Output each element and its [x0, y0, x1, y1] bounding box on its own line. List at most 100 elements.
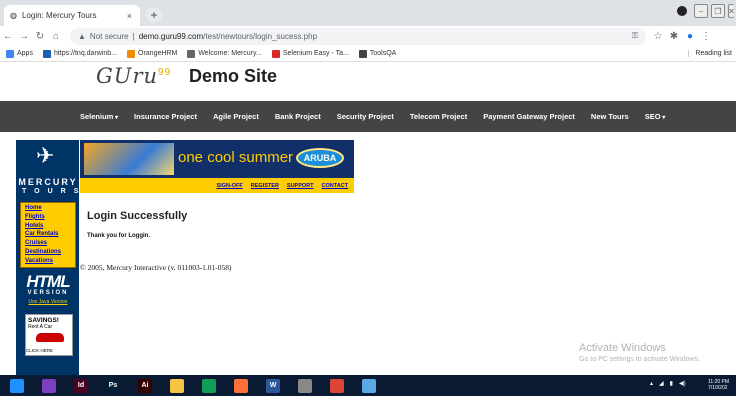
word-icon[interactable]: W — [266, 378, 280, 393]
activate-windows-subtitle: Go to PC settings to activate Windows. — [579, 356, 700, 363]
html-version-logo: HTML — [26, 272, 70, 291]
battery-icon[interactable]: ▮ — [670, 380, 673, 387]
java-version-link[interactable]: Use Java Version — [20, 299, 76, 305]
firefox-icon[interactable] — [234, 378, 248, 393]
top-link[interactable]: SIGN-OFF — [217, 183, 243, 189]
minimize-icon[interactable]: – — [694, 4, 708, 18]
bookmark-item[interactable]: Welcome: Mercury... — [187, 49, 262, 58]
apps-grid-icon — [6, 49, 14, 58]
bookmark-item[interactable]: https://tnq.darwinb... — [42, 49, 117, 58]
edge-icon[interactable] — [202, 378, 216, 393]
tray-arrow-icon[interactable]: ▴ — [650, 380, 653, 387]
side-menu-link[interactable]: Cruises — [25, 240, 71, 247]
chevron-down-icon: ▾ — [113, 115, 119, 121]
taskbar-clock[interactable]: 11:20 PM 7/10/202 — [708, 379, 729, 391]
side-menu-link[interactable]: Destinations — [25, 249, 71, 256]
settings-icon[interactable] — [298, 378, 312, 393]
windows-start-icon[interactable] — [10, 378, 24, 393]
bookmarks-bar: Apps https://tnq.darwinb... OrangeHRM Welco… — [0, 46, 736, 62]
paint-icon[interactable] — [362, 378, 376, 393]
photoshop-icon[interactable]: Ps — [106, 378, 120, 393]
bookmark-item[interactable]: Selenium Easy - Ta... — [271, 49, 349, 58]
indesign-icon[interactable]: Id — [74, 378, 88, 393]
network-icon[interactable]: ◢ — [659, 380, 664, 387]
profile-icon[interactable]: ● — [682, 31, 698, 42]
nav-item[interactable]: Agile Project — [205, 112, 267, 121]
browser-tab[interactable]: ◍ Login: Mercury Tours × — [4, 5, 140, 26]
nav-item[interactable]: New Tours — [583, 112, 637, 121]
banner-text: one cool summer — [178, 149, 294, 166]
top-link[interactable]: REGISTER — [251, 183, 279, 189]
new-tab-button[interactable]: + — [146, 7, 162, 23]
click-here-link[interactable]: CLICK HERE — [26, 348, 53, 353]
tab-title: Login: Mercury Tours — [21, 11, 97, 20]
star-icon[interactable]: ☆ — [650, 31, 666, 42]
nav-item[interactable]: Payment Gateway Project — [475, 112, 583, 121]
login-heading: Login Successfully — [87, 210, 188, 222]
version-label: VERSION — [27, 290, 69, 296]
bookmark-item[interactable]: Apps — [6, 49, 33, 58]
nav-item[interactable]: Telecom Project — [402, 112, 475, 121]
savings-subtitle: Rent A Car — [28, 324, 53, 330]
thanks-text: Thank you for Loggin. — [87, 233, 150, 239]
close-tab-icon[interactable]: × — [127, 11, 132, 21]
key-icon[interactable]: ⚿ — [632, 31, 638, 41]
nav-item[interactable]: Selenium ▾ — [72, 112, 126, 121]
volume-icon[interactable]: ◀) — [679, 380, 686, 387]
selenium-easy-icon — [271, 49, 280, 58]
menu-icon[interactable]: ⋮ — [698, 31, 714, 42]
url-path: /test/newtours/login_sucess.php — [203, 31, 318, 41]
forward-icon[interactable]: → — [16, 31, 32, 42]
chevron-down-icon: ▾ — [660, 115, 666, 121]
side-menu-link[interactable]: Vacations — [25, 258, 71, 265]
side-menu: Home Flights Hotels Car Rentals Cruises Desti… — [20, 202, 76, 268]
activate-windows-title: Activate Windows — [579, 342, 666, 354]
bookmark-item[interactable]: ToolsQA — [358, 49, 396, 58]
beach-photo — [84, 143, 174, 175]
nav-item[interactable]: SEO ▾ — [637, 112, 674, 121]
warning-icon: ▲ — [78, 31, 86, 41]
close-window-icon[interactable]: ✕ — [728, 4, 735, 18]
car-icon — [36, 333, 64, 342]
restore-icon[interactable]: ❐ — [711, 4, 725, 18]
back-icon[interactable]: ← — [0, 31, 16, 42]
url-host: demo.guru99.com — [138, 31, 204, 41]
side-menu-link[interactable]: Flights — [25, 214, 71, 221]
extension-icon[interactable]: ✱ — [666, 31, 682, 42]
record-icon[interactable] — [677, 6, 687, 16]
illustrator-icon[interactable]: Ai — [138, 378, 152, 393]
home-icon[interactable]: ⌂ — [48, 31, 64, 42]
side-menu-link[interactable]: Home — [25, 205, 71, 212]
file-explorer-icon[interactable] — [170, 378, 184, 393]
site-title: Demo Site — [189, 66, 278, 86]
visual-studio-icon[interactable] — [42, 378, 56, 393]
plane-logo-icon: ✈ — [36, 143, 55, 168]
reading-list-button[interactable]: Reading list — [688, 50, 736, 57]
nav-item[interactable]: Security Project — [329, 112, 402, 121]
globe-icon — [187, 49, 196, 58]
url-input[interactable]: ▲ Not secure | demo.guru99.com/test/newt… — [70, 27, 646, 45]
guru99-logo[interactable]: GUru99 — [96, 64, 171, 88]
reload-icon[interactable]: ↻ — [32, 31, 48, 42]
nav-item[interactable]: Insurance Project — [126, 112, 205, 121]
bookmark-item[interactable]: OrangeHRM — [127, 49, 177, 58]
system-tray: ▴ ◢ ▮ ◀) — [650, 380, 686, 387]
window-controls: – ❐ ✕ — [677, 2, 736, 20]
side-menu-link[interactable]: Car Rentals — [25, 231, 71, 238]
address-bar-row: ← → ↻ ⌂ ▲ Not secure | demo.guru99.com/t… — [0, 26, 736, 46]
globe-icon: ◍ — [10, 11, 17, 20]
site-nav-bar: Selenium ▾ Insurance Project Agile Project… — [0, 101, 736, 132]
windows-taskbar: Id Ps Ai W — [0, 375, 736, 396]
nav-item[interactable]: Bank Project — [267, 112, 329, 121]
top-link[interactable]: CONTACT — [322, 183, 348, 189]
orangehrm-icon — [127, 49, 136, 58]
toolsqa-icon — [358, 49, 367, 58]
chrome-icon[interactable] — [330, 378, 344, 393]
not-secure-label: Not secure — [89, 31, 129, 41]
darwinbox-icon — [42, 49, 51, 58]
savings-title: SAVINGS! — [28, 317, 59, 324]
copyright-text: © 2005, Mercury Interactive (v. 011003-1… — [80, 263, 232, 272]
top-link[interactable]: SUPPORT — [287, 183, 314, 189]
top-links-bar: SIGN-OFF REGISTER SUPPORT CONTACT — [80, 178, 354, 193]
side-menu-link[interactable]: Hotels — [25, 223, 71, 230]
